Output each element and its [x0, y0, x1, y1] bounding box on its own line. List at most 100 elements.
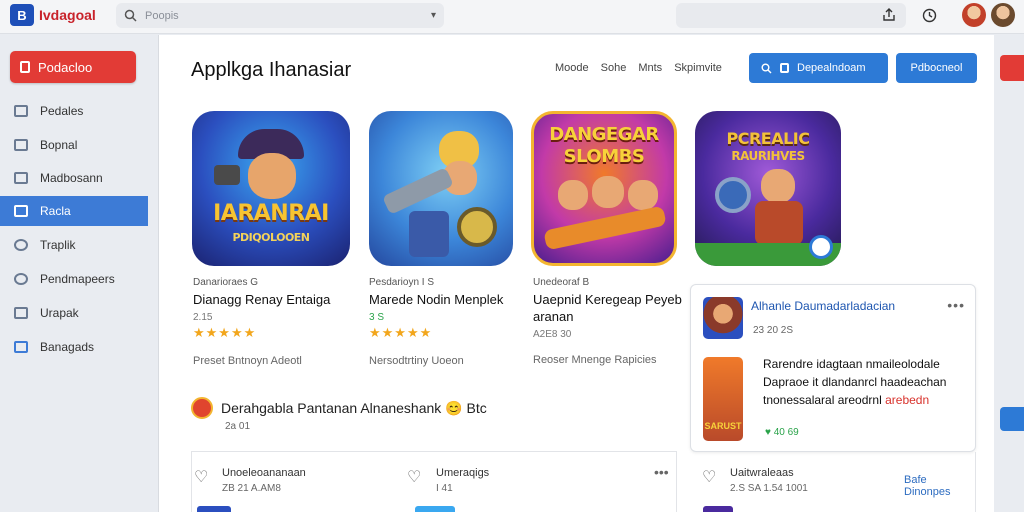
- main-panel: Applkga Ihanasiar Moode Sohe Mnts Skpimv…: [158, 35, 994, 512]
- app-meta: Pesdarioyn I S Marede Nodin Menplek 3 S …: [369, 277, 539, 367]
- list-row: ♡ Uaitwraleaas 2.S SA 1.54 1001 Bafe Din…: [690, 452, 976, 512]
- list-thumbnail: [197, 506, 231, 512]
- folder-icon: [14, 205, 28, 217]
- panel-title[interactable]: Alhanle Daumadarladacian: [751, 299, 895, 313]
- list-item-title[interactable]: Unoeleoananaan: [222, 467, 306, 479]
- panel-line-accent: arebedn: [885, 393, 930, 407]
- secondary-search-field[interactable]: [676, 3, 906, 28]
- app-subtitle: Pesdarioyn I S: [369, 277, 435, 288]
- app-art-title: DANGEGAR: [549, 124, 659, 145]
- app-name[interactable]: Dianagg Renay Entaiga: [193, 291, 363, 308]
- sidebar-item-label: Traplik: [40, 238, 76, 252]
- calendar-icon: [14, 139, 28, 151]
- more-options-icon[interactable]: •••: [947, 297, 965, 313]
- details-panel: Alhanle Daumadarladacian ••• 23 20 2S SA…: [690, 284, 976, 452]
- featured-item[interactable]: Derahgabla Pantanan Alnaneshank 😊 Btc: [191, 397, 487, 419]
- user-avatar[interactable]: [962, 3, 986, 27]
- app-art-subtitle: PDIQOLOOEN: [232, 231, 310, 244]
- info-icon: [14, 341, 28, 353]
- sidebar-cta-button[interactable]: Podacloo: [10, 51, 136, 83]
- sidebar-item-urapak[interactable]: Urapak: [0, 298, 148, 328]
- sidebar-item-racla[interactable]: Racla: [0, 196, 148, 226]
- app-card[interactable]: [369, 111, 513, 266]
- app-art-subtitle: SLOMBS: [563, 146, 645, 167]
- sidebar-item-banagads[interactable]: Banagads: [0, 332, 148, 362]
- sidebar-item-label: Pendmapeers: [40, 272, 115, 286]
- page-title: Applkga Ihanasiar: [191, 59, 352, 81]
- top-bar: B Ivdagoal ▾: [0, 0, 1024, 34]
- app-icon-image[interactable]: [369, 111, 513, 266]
- app-card[interactable]: IARANRAI PDIQOLOOEN: [192, 111, 350, 266]
- more-options-icon[interactable]: •••: [654, 464, 669, 480]
- nav-link[interactable]: Skpimvite: [674, 62, 722, 74]
- list-item-title[interactable]: Uaitwraleaas: [730, 467, 794, 479]
- sidebar-item-label: Pedales: [40, 104, 84, 118]
- sidebar-item-label: Urapak: [40, 306, 79, 320]
- nav-link[interactable]: Mnts: [638, 62, 662, 74]
- sidebar-item-label: Banagads: [40, 340, 95, 354]
- app-card[interactable]: PCREALIC RAURIHVES: [695, 111, 841, 266]
- featured-text: Derahgabla Pantanan Alnaneshank 😊 Btc: [221, 399, 487, 416]
- app-icon-image[interactable]: PCREALIC RAURIHVES: [695, 111, 841, 266]
- panel-line: tnonessalaral areodrnl arebedn: [763, 391, 969, 409]
- settings-icon: [14, 273, 28, 285]
- sidebar-item-traplik[interactable]: Traplik: [0, 230, 148, 260]
- chevron-down-icon[interactable]: ▾: [431, 10, 436, 21]
- app-card[interactable]: DANGEGAR SLOMBS: [531, 111, 677, 266]
- list-row: ♡ Unoeleoananaan ZB 21 A.AM8 ♡ Umeraqigs…: [191, 452, 677, 512]
- app-subtitle: Danarioraes G: [193, 277, 259, 288]
- panel-line: Dapraoe it dlandanrcl haadeachan: [763, 375, 947, 389]
- nav-link[interactable]: Moode: [555, 62, 589, 74]
- panel-footer: ♥ 40 69: [765, 427, 799, 438]
- app-logo[interactable]: B Ivdagoal: [10, 4, 96, 26]
- heart-icon[interactable]: ♡: [194, 467, 208, 487]
- list-link[interactable]: Bafe Dinonpes: [904, 474, 975, 498]
- panel-footer-text: ♥ 40 69: [765, 427, 799, 438]
- panel-line: Rarendre idagtaan nmaileolodale: [763, 357, 940, 371]
- app-meta: Unedeoraf B Uaepnid Keregeap Peyeb arana…: [533, 277, 703, 366]
- nav-link[interactable]: Sohe: [601, 62, 627, 74]
- app-subtitle: Unedeoraf B: [533, 277, 590, 288]
- app-icon-image[interactable]: DANGEGAR SLOMBS: [531, 111, 677, 266]
- sidebar-item-pedales[interactable]: Pedales: [0, 96, 148, 126]
- search-action-button[interactable]: Depealndoam: [749, 53, 888, 83]
- panel-game-art[interactable]: SARUST: [703, 357, 743, 441]
- clock-icon[interactable]: [920, 6, 938, 24]
- app-rating: A2E8 30: [533, 329, 572, 340]
- share-icon[interactable]: [880, 6, 898, 24]
- app-meta: Danarioraes G Dianagg Renay Entaiga 2.15…: [193, 277, 363, 367]
- sidebar: Podacloo Pedales Bopnal Madbosann Racla …: [0, 35, 158, 512]
- app-description: Preset Bntnoyn Adeotl: [193, 355, 302, 367]
- app-name[interactable]: Marede Nodin Menplek: [369, 291, 539, 308]
- heart-icon[interactable]: ♡: [407, 467, 421, 487]
- app-icon-image[interactable]: IARANRAI PDIQOLOOEN: [192, 111, 350, 266]
- secondary-avatar[interactable]: [991, 3, 1015, 27]
- sidebar-item-label: Racla: [40, 204, 71, 218]
- app-description: Reoser Mnenge Rapicies: [533, 354, 657, 366]
- search-input[interactable]: [145, 9, 365, 22]
- adjacent-window-edge: [994, 35, 1024, 512]
- sidebar-item-bopnal[interactable]: Bopnal: [0, 130, 148, 160]
- document-icon: [20, 61, 30, 73]
- sidebar-item-madbosann[interactable]: Madbosann: [0, 163, 148, 193]
- sidebar-item-pendmapeers[interactable]: Pendmapeers: [0, 264, 148, 294]
- sidebar-item-label: Madbosann: [40, 171, 103, 185]
- list-item-title[interactable]: Umeraqigs: [436, 467, 489, 479]
- sidebar-cta-label: Podacloo: [38, 59, 93, 75]
- app-art-title: PCREALIC: [726, 129, 811, 148]
- list-icon: [14, 172, 28, 184]
- app-name[interactable]: Uaepnid Keregeap Peyeb aranan: [533, 291, 703, 325]
- search-bar[interactable]: ▾: [116, 3, 444, 28]
- panel-description: Rarendre idagtaan nmaileolodale Dapraoe …: [763, 355, 969, 409]
- featured-badge-icon: [191, 397, 213, 419]
- sidebar-item-label: Bopnal: [40, 138, 78, 152]
- check-icon: [14, 239, 28, 251]
- primary-button[interactable]: Pdbocneol: [896, 53, 977, 83]
- search-icon: [124, 9, 137, 22]
- panel-thumbnail[interactable]: [703, 297, 743, 339]
- star-rating: ★★★★★: [193, 325, 257, 340]
- app-description: Nersodtrtiny Uoeon: [369, 355, 464, 367]
- app-art-title: IARANRAI: [213, 201, 329, 226]
- list-thumbnail: [703, 506, 733, 512]
- heart-icon[interactable]: ♡: [702, 467, 716, 487]
